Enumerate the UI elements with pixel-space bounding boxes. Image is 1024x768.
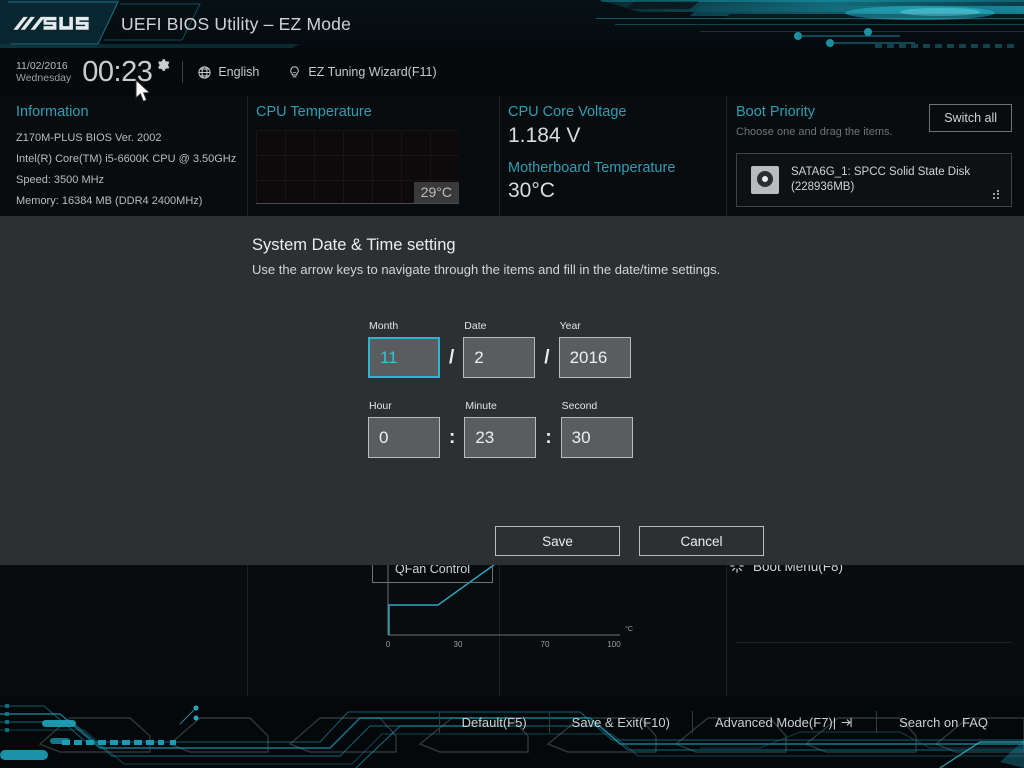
minute-field-group: Minute 23 (464, 400, 537, 458)
cpu-temperature-value: 29°C (413, 182, 459, 203)
save-exit-f10-link[interactable]: Save & Exit(F10) (550, 715, 692, 730)
boot-device-name: SATA6G_1: SPCC Solid State Disk (791, 166, 971, 178)
motherboard-temperature-title: Motherboard Temperature (508, 160, 676, 176)
status-divider (182, 61, 184, 83)
cpu-temperature-panel: CPU Temperature 29°C (256, 104, 484, 204)
svg-text:°C: °C (625, 625, 633, 633)
hour-field-group: Hour 0 (368, 400, 440, 458)
cpu-temperature-graph: 29°C (256, 130, 459, 204)
date-field-row: Month 11 / Date 2 / Year 2016 (368, 320, 631, 378)
motherboard-temperature-value: 30°C (508, 179, 555, 202)
default-f5-link[interactable]: Default(F5) (440, 715, 549, 730)
gear-icon[interactable] (156, 58, 170, 72)
month-field-group: Month 11 (368, 320, 440, 378)
footer-links: Default(F5) Save & Exit(F10) Advanced Mo… (0, 696, 1024, 748)
dialog-buttons: Save Cancel (495, 526, 764, 556)
day-label: Date (464, 320, 487, 332)
time-separator-2: : (545, 427, 552, 448)
bulb-icon (290, 65, 300, 77)
month-input[interactable]: 11 (368, 337, 440, 378)
second-field-group: Second 30 (560, 400, 633, 458)
info-line: Speed: 3500 MHz (16, 174, 105, 186)
boot-device-text: SATA6G_1: SPCC Solid State Disk (228936M… (791, 165, 970, 195)
dialog-description: Use the arrow keys to navigate through t… (252, 262, 721, 277)
day-field-group: Date 2 (463, 320, 536, 378)
voltage-panel: CPU Core Voltage 1.184 V Motherboard Tem… (508, 104, 718, 203)
info-line: Intel(R) Core(TM) i5-6600K CPU @ 3.50GHz (16, 153, 237, 165)
boot-priority-panel: Boot Priority Choose one and drag the it… (736, 104, 1012, 207)
info-line: Z170M-PLUS BIOS Ver. 2002 (16, 132, 162, 144)
save-button[interactable]: Save (495, 526, 620, 556)
hard-disk-icon (751, 166, 779, 194)
boot-priority-subtitle: Choose one and drag the items. (736, 126, 893, 138)
asus-logo (12, 13, 98, 35)
exit-arrow-icon (841, 717, 852, 727)
cpu-core-voltage-value: 1.184 V (508, 124, 581, 147)
month-label: Month (369, 320, 399, 332)
hour-input[interactable]: 0 (368, 417, 440, 458)
time-separator-1: : (449, 427, 456, 448)
bios-screen: UEFI BIOS Utility – EZ Mode 11/02/2016 W… (0, 0, 1024, 768)
dialog-title: System Date & Time setting (252, 236, 456, 254)
svg-text:0: 0 (386, 640, 391, 649)
svg-text:70: 70 (541, 640, 550, 649)
language-label: English (218, 65, 260, 79)
search-faq-link[interactable]: Search on FAQ (877, 715, 1010, 730)
title-bar: UEFI BIOS Utility – EZ Mode (0, 0, 1024, 48)
date-value: 11/02/2016 (16, 60, 68, 72)
second-input[interactable]: 30 (560, 417, 633, 458)
advanced-mode-f7-link[interactable]: Advanced Mode(F7)| (693, 715, 876, 730)
year-label: Year (559, 320, 581, 332)
boot-device-capacity: (228936MB) (791, 181, 855, 193)
bottom-bar: Default(F5) Save & Exit(F10) Advanced Mo… (0, 696, 1024, 768)
year-input[interactable]: 2016 (558, 337, 631, 378)
information-title: Information (16, 104, 89, 120)
advanced-mode-label: Advanced Mode(F7)| (714, 714, 837, 730)
cpu-temperature-title: CPU Temperature (256, 104, 372, 120)
date-separator-2: / (544, 347, 550, 368)
system-date: 11/02/2016 Wednesday (16, 60, 71, 84)
system-date-time-dialog: System Date & Time setting Use the arrow… (0, 216, 1024, 565)
time-field-row: Hour 0 : Minute 23 : Second 30 (368, 400, 633, 458)
boot-device-item[interactable]: SATA6G_1: SPCC Solid State Disk (228936M… (736, 153, 1012, 207)
cancel-button[interactable]: Cancel (639, 526, 764, 556)
year-field-group: Year 2016 (558, 320, 631, 378)
switch-all-button[interactable]: Switch all (929, 104, 1012, 132)
mouse-cursor (135, 79, 151, 103)
hour-label: Hour (369, 400, 392, 412)
status-bar: 11/02/2016 Wednesday 00:23 English EZ Tu… (0, 48, 1024, 96)
ez-tuning-label: EZ Tuning Wizard(F11) (308, 65, 437, 79)
globe-icon (198, 65, 211, 79)
day-input[interactable]: 2 (463, 337, 536, 378)
minute-label: Minute (465, 400, 497, 412)
info-line: Memory: 16384 MB (DDR4 2400MHz) (16, 195, 203, 207)
boot-panel-hsep-2 (736, 642, 1012, 643)
page-title: UEFI BIOS Utility – EZ Mode (121, 13, 352, 34)
svg-text:30: 30 (454, 640, 463, 649)
minute-input[interactable]: 23 (464, 417, 537, 458)
svg-text:100: 100 (607, 640, 621, 649)
language-selector[interactable]: English (197, 65, 259, 80)
cpu-core-voltage-title: CPU Core Voltage (508, 104, 627, 120)
information-panel: Information Z170M-PLUS BIOS Ver. 2002 In… (16, 104, 246, 212)
drag-handle-icon[interactable] (993, 190, 1004, 201)
weekday-value: Wednesday (16, 72, 72, 84)
second-label: Second (561, 400, 598, 412)
ez-tuning-wizard[interactable]: EZ Tuning Wizard(F11) (287, 65, 437, 80)
date-separator-1: / (449, 347, 455, 368)
boot-priority-title: Boot Priority (736, 104, 815, 120)
